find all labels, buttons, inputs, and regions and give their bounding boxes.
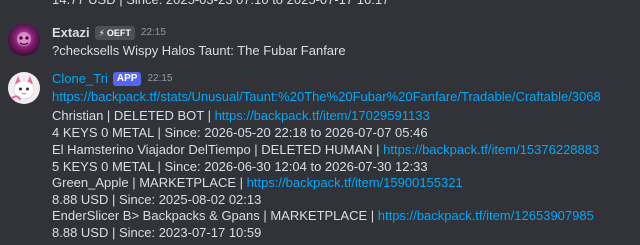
username[interactable]: Clone_Tri	[52, 70, 108, 88]
listing-seller-3: Green_Apple | MARKETPLACE | https://back…	[52, 174, 463, 192]
listing-link[interactable]: https://backpack.tf/item/17029591133	[215, 108, 430, 123]
timestamp[interactable]: 22:15	[141, 24, 166, 42]
avatar[interactable]	[8, 24, 40, 56]
listing-link[interactable]: https://backpack.tf/item/15900155321	[247, 175, 463, 190]
previous-message-tail: 14.77 USD | Since: 2025-03-23 07:10 to 2…	[52, 0, 389, 9]
message-header: Clone_Tri APP 22:15	[52, 70, 172, 88]
seller-label: El Hamsterino Viajador DelTiempo | DELET…	[52, 142, 384, 157]
listing-seller-2: El Hamsterino Viajador DelTiempo | DELET…	[52, 141, 599, 159]
listing-link[interactable]: https://backpack.tf/item/15376228883	[383, 142, 599, 157]
listing-link[interactable]: https://backpack.tf/item/12653907985	[378, 208, 594, 223]
badge-label: OEFT	[106, 28, 131, 38]
seller-label: EnderSlicer B> Backpacks & Gpans | MARKE…	[52, 208, 378, 223]
listing-detail-1: 4 KEYS 0 METAL | Since: 2026-05-20 22:18…	[52, 125, 428, 140]
user-avatar-icon	[8, 24, 40, 56]
bot-avatar-icon	[8, 72, 40, 104]
seller-label: Green_Apple | MARKETPLACE |	[52, 175, 247, 190]
avatar[interactable]	[8, 72, 40, 104]
app-badge[interactable]: APP	[112, 72, 142, 86]
listing-detail-4: 8.88 USD | Since: 2023-07-17 10:59	[52, 225, 262, 240]
message-header: Extazi ⚡ OEFT 22:15	[52, 24, 166, 42]
server-tag-badge[interactable]: ⚡ OEFT	[94, 26, 135, 40]
seller-label: Christian | DELETED BOT |	[52, 108, 215, 123]
timestamp[interactable]: 22:15	[147, 70, 172, 88]
sparkle-icon: ⚡	[98, 28, 105, 38]
stats-link[interactable]: https://backpack.tf/stats/Unusual/Taunt:…	[52, 88, 601, 106]
listing-seller-4: EnderSlicer B> Backpacks & Gpans | MARKE…	[52, 207, 594, 225]
listing-seller-1: Christian | DELETED BOT | https://backpa…	[52, 107, 430, 125]
message-text: ?checksells Wispy Halos Taunt: The Fubar…	[52, 43, 346, 58]
username[interactable]: Extazi	[52, 24, 90, 42]
